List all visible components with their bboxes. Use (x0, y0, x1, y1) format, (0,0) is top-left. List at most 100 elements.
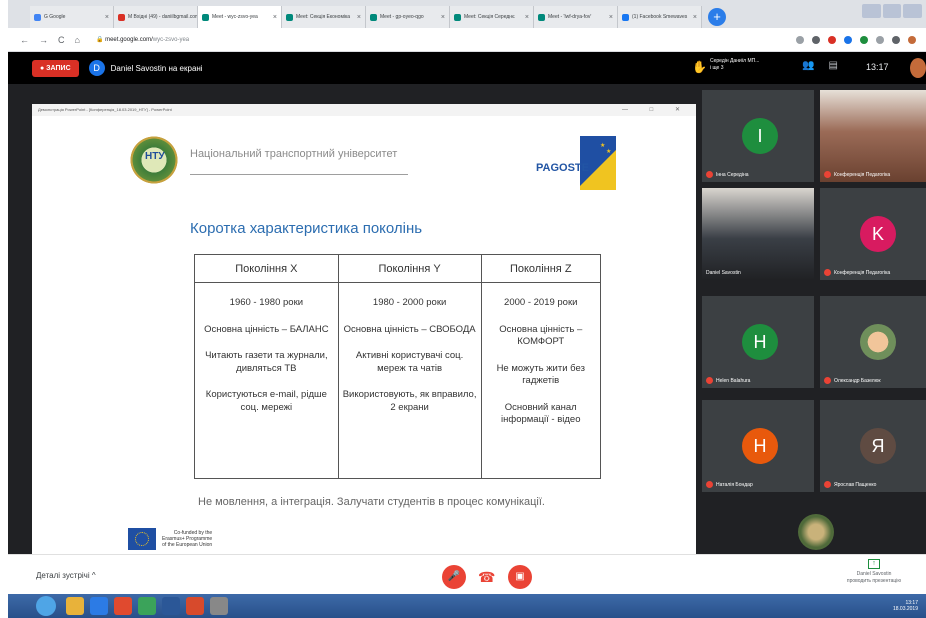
participant-name-row: Олександр Базелюк (824, 377, 881, 384)
tab-favicon-icon (538, 13, 545, 21)
self-avatar[interactable] (910, 58, 926, 78)
taskbar-app-icon[interactable] (210, 597, 228, 615)
table-row: 1960 - 1980 роки Основна цінність – БАЛА… (194, 282, 601, 479)
participant-name: Олександр Базелюк (834, 377, 881, 384)
participant-tile[interactable]: Олександр Базелюк (820, 296, 926, 388)
taskbar-app-icon[interactable] (162, 597, 180, 615)
eu-flag-icon (128, 528, 156, 550)
browser-tab[interactable]: Meet - 'lwf-drya-fov' × (534, 6, 618, 28)
participant-name-row: Ярослав Пащенко (824, 481, 876, 488)
participant-tile[interactable]: K Конференція Педагогіка (820, 188, 926, 280)
tab-label: G Google (44, 14, 66, 20)
participants-icon[interactable]: 👥 (802, 60, 814, 71)
back-icon[interactable]: ← (20, 35, 29, 45)
participant-photo (798, 514, 834, 550)
extension-icon[interactable] (892, 35, 900, 44)
taskbar-app-icon[interactable] (114, 597, 132, 615)
close-button[interactable] (903, 4, 923, 18)
browser-tab[interactable]: Meet - gp-oyeo-qgo × (366, 6, 450, 28)
meet-top-bar: ● ЗАПИС D Daniel Savostin на екрані ✋ Се… (8, 52, 926, 84)
participant-tile[interactable]: H Helen Balahura (702, 296, 814, 388)
chat-icon[interactable]: ▤ (828, 60, 837, 71)
extension-icon[interactable] (844, 35, 852, 44)
participant-tile[interactable]: Конференція Педагогіка (820, 90, 926, 182)
participant-info: Середін Даниїл МП... і ще 3 (710, 58, 759, 72)
pagoste-logo: PAGOSTE (536, 162, 589, 174)
address-bar: ← → C ⌂ 🔒 meet.google.com/wyc-zsvo-yea (8, 28, 926, 52)
mic-off-button[interactable]: 🎤 (442, 565, 466, 589)
participant-name-row: Конференція Педагогіка (824, 269, 890, 276)
lock-icon: 🔒 (95, 37, 104, 43)
tab-close-icon[interactable]: × (441, 14, 445, 21)
participant-name-row: Наталія Бондар (706, 481, 753, 488)
tab-favicon-icon (370, 13, 377, 21)
tab-label: Meet - 'lwf-drya-fov' (548, 14, 592, 20)
forward-icon[interactable]: → (39, 35, 48, 45)
cell-media: Основний канал інформації - відео (501, 401, 581, 426)
participant-tile[interactable] (768, 504, 880, 554)
browser-tab[interactable]: G Google × (30, 6, 114, 28)
participant-info-count: і ще 3 (710, 65, 724, 71)
tab-close-icon[interactable]: × (105, 14, 109, 21)
mic-off-icon (824, 377, 831, 384)
window-controls[interactable] (862, 4, 923, 18)
mic-off-icon (706, 377, 713, 384)
table-cell-y: 1980 - 2000 роки Основна цінність – СВОБ… (337, 282, 482, 479)
table-cell-x: 1960 - 1980 роки Основна цінність – БАЛА… (194, 282, 339, 479)
participant-avatar: І (742, 118, 778, 154)
recording-badge: ● ЗАПИС (32, 59, 79, 77)
participant-tile[interactable]: Daniel Savostin (702, 188, 814, 280)
hangup-button[interactable]: ☎ (478, 569, 495, 586)
tab-close-icon[interactable]: × (273, 14, 277, 21)
slide: НТУ Національний транспортний університе… (32, 116, 696, 554)
participant-tile[interactable]: Я Ярослав Пащенко (820, 400, 926, 492)
extension-icon[interactable] (860, 35, 868, 44)
presenting-status[interactable]: ↑ Daniel Savostin проводить презентацію (834, 559, 914, 585)
powerpoint-window-controls[interactable]: — □ ✕ (622, 106, 690, 113)
browser-tab[interactable]: Meet: Секція Середнє × (450, 6, 534, 28)
tab-label: Meet: Секція Середнє (464, 14, 515, 20)
camera-off-button[interactable]: ▣ (508, 565, 532, 589)
system-tray: 13:17 18.03.2019 (893, 600, 918, 612)
minimize-button[interactable] (862, 4, 881, 18)
start-button[interactable] (36, 596, 56, 616)
participant-tile[interactable]: І Інна Середіна (702, 90, 814, 182)
tab-label: (1) Facebook Smewaves (632, 14, 688, 20)
home-icon[interactable]: ⌂ (75, 35, 80, 45)
mic-off-icon (824, 269, 831, 276)
tab-close-icon[interactable]: × (693, 14, 697, 21)
extension-icon[interactable] (812, 35, 820, 44)
tray-date: 18.03.2019 (892, 606, 918, 612)
erasmus-text: Co-funded by the Erasmus+ Programme of t… (162, 530, 212, 548)
browser-tab[interactable]: Meet: Секція Економіка × (282, 6, 366, 28)
university-name: Національний транспортний університет (190, 148, 398, 160)
table-cell-z: 2000 - 2019 роки Основна цінність – КОМФ… (480, 282, 601, 479)
maximize-button[interactable] (882, 4, 902, 18)
participant-name-row: Інна Середіна (706, 171, 749, 178)
bookmark-icon[interactable] (796, 35, 804, 44)
browser-tab[interactable]: Meet - wyc-zsvo-yea × (198, 6, 282, 28)
tab-close-icon[interactable]: × (357, 14, 361, 21)
meeting-details-button[interactable]: Деталі зустрічі ^ (36, 571, 96, 580)
participant-photo (860, 324, 896, 360)
reload-icon[interactable]: C (58, 35, 65, 45)
mic-off-icon (824, 171, 831, 178)
new-tab-button[interactable]: + (708, 8, 726, 26)
mic-off-icon (706, 171, 713, 178)
taskbar-app-icon[interactable] (138, 597, 156, 615)
tab-close-icon[interactable]: × (609, 14, 613, 21)
presenting-text: Daniel Savostin на екрані (110, 63, 203, 73)
profile-avatar[interactable] (908, 35, 916, 44)
taskbar-app-icon[interactable] (186, 597, 204, 615)
extension-icon[interactable] (876, 35, 884, 44)
tab-close-icon[interactable]: × (525, 14, 529, 21)
taskbar-app-icon[interactable] (66, 597, 84, 615)
browser-tab[interactable]: M Вхідні (49) - daniilbgmail.com× (114, 6, 198, 28)
extension-icon[interactable] (828, 35, 836, 44)
participant-tile[interactable]: H Наталія Бондар (702, 400, 814, 492)
url-field[interactable]: 🔒 meet.google.com/wyc-zsvo-yea (96, 36, 189, 43)
tab-label: M Вхідні (49) - daniilbgmail.com (128, 14, 198, 20)
participant-avatar: H (742, 428, 778, 464)
taskbar-app-icon[interactable] (90, 597, 108, 615)
browser-tab[interactable]: (1) Facebook Smewaves × (618, 6, 702, 28)
